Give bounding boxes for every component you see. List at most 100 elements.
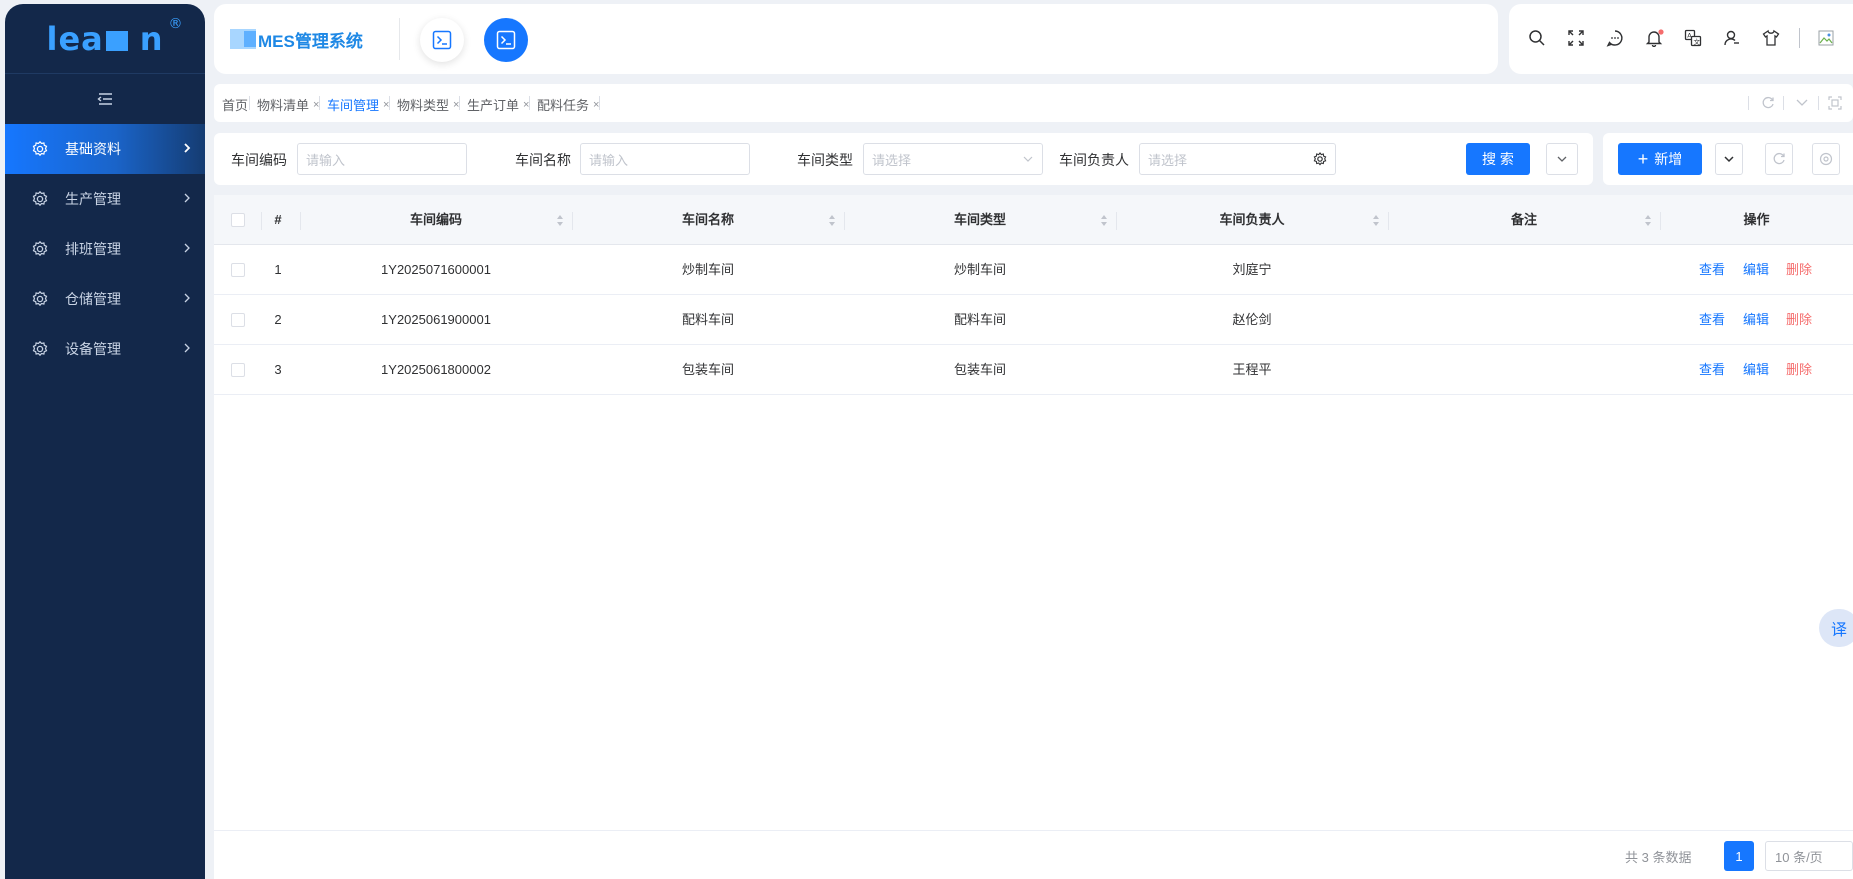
add-options-dropdown[interactable]: [1715, 143, 1743, 175]
row-checkbox[interactable]: [231, 313, 245, 327]
logo-text-suffix: n: [139, 19, 164, 58]
delete-link[interactable]: 删除: [1786, 295, 1812, 345]
sort-icon[interactable]: [556, 214, 564, 227]
menu-fold-icon: [97, 93, 112, 105]
row-checkbox[interactable]: [231, 263, 245, 277]
sidebar-item-4[interactable]: 仓储管理: [5, 274, 205, 324]
table-footer-divider: [214, 830, 1853, 831]
type-select-placeholder: 请选择: [872, 152, 912, 168]
refresh-button[interactable]: [1765, 143, 1793, 175]
tab-4[interactable]: 物料类型 ×: [397, 95, 459, 114]
gear-icon: [32, 290, 48, 307]
header-code[interactable]: 车间编码: [300, 195, 572, 245]
code-input[interactable]: 请输入: [297, 143, 467, 175]
plus-icon: +: [1637, 149, 1649, 169]
sort-icon[interactable]: [1372, 214, 1380, 227]
chevron-right-icon: [184, 293, 190, 303]
logo-block: [105, 30, 128, 51]
sidebar-item-label: 设备管理: [65, 341, 121, 357]
tab-2[interactable]: 物料清单 ×: [257, 95, 319, 114]
translate-float-button[interactable]: 译: [1819, 609, 1853, 647]
cell-type: 炒制车间: [953, 262, 1006, 277]
delete-link[interactable]: 删除: [1786, 245, 1812, 295]
sidebar-item-5[interactable]: 设备管理: [5, 324, 205, 374]
fullscreen-icon[interactable]: [1567, 29, 1585, 47]
tab-divider: [389, 96, 390, 110]
theme-shirt-icon[interactable]: [1762, 29, 1780, 47]
delete-link[interactable]: 删除: [1786, 345, 1812, 395]
add-button[interactable]: + 新增: [1618, 143, 1702, 175]
tab-6[interactable]: 配料任务 ×: [537, 95, 599, 114]
brand[interactable]: MES管理系统: [230, 26, 363, 52]
tab-divider: [529, 96, 530, 110]
type-select[interactable]: 请选择: [863, 143, 1043, 175]
tab-1[interactable]: 首页: [222, 95, 248, 114]
edit-link[interactable]: 编辑: [1743, 295, 1769, 345]
bell-icon[interactable]: [1645, 29, 1665, 47]
column-settings-button[interactable]: [1812, 143, 1840, 175]
search-button[interactable]: 搜 索: [1466, 143, 1530, 175]
cell-type: 包装车间: [953, 362, 1006, 377]
svg-text:A: A: [1687, 32, 1692, 40]
sidebar-item-3[interactable]: 排班管理: [5, 224, 205, 274]
chevron-down-icon[interactable]: [1795, 97, 1809, 109]
tab-5[interactable]: 生产订单 ×: [467, 95, 529, 114]
table-row[interactable]: 1 1Y2025071600001 炒制车间 炒制车间 刘庭宁 查看 编辑 删除: [214, 245, 1853, 295]
view-link[interactable]: 查看: [1699, 295, 1725, 345]
chevron-down-icon: [1022, 153, 1034, 165]
terminal-button-filled[interactable]: [484, 18, 528, 62]
header-type[interactable]: 车间类型: [844, 195, 1116, 245]
refresh-tab-icon[interactable]: [1761, 96, 1775, 110]
translate-icon[interactable]: A文: [1684, 29, 1702, 47]
cell-index: 2: [274, 312, 282, 327]
view-link[interactable]: 查看: [1699, 245, 1725, 295]
header-owner[interactable]: 车间负责人: [1116, 195, 1388, 245]
chevron-down-icon: [1557, 156, 1567, 162]
sort-icon[interactable]: [828, 214, 836, 227]
brand-logo: [230, 29, 256, 49]
toolbar-divider: [1799, 28, 1800, 48]
cell-type: 配料车间: [953, 312, 1006, 327]
sort-icon[interactable]: [1100, 214, 1108, 227]
header-remark[interactable]: 备注: [1388, 195, 1660, 245]
view-link[interactable]: 查看: [1699, 345, 1725, 395]
pagination-total: 共 3 条数据: [1625, 850, 1692, 865]
maximize-icon[interactable]: [1828, 96, 1842, 110]
tabs-divider: [1818, 96, 1819, 110]
name-input[interactable]: 请输入: [580, 143, 750, 175]
gear-icon[interactable]: [1313, 152, 1327, 166]
top-header: MES管理系统: [214, 4, 1498, 74]
sort-icon[interactable]: [1644, 214, 1652, 227]
tab-label: 首页: [222, 98, 249, 113]
gear-icon: [32, 240, 48, 257]
select-all-checkbox[interactable]: [231, 213, 245, 227]
edit-link[interactable]: 编辑: [1743, 345, 1769, 395]
svg-text:文: 文: [1694, 37, 1701, 46]
collapse-menu-button[interactable]: [5, 74, 205, 124]
gear-icon: [32, 340, 48, 357]
sidebar-item-1[interactable]: 基础资料: [5, 124, 205, 174]
cell-name: 炒制车间: [681, 262, 734, 277]
logo[interactable]: lea n ®: [5, 4, 205, 74]
message-icon[interactable]: [1606, 29, 1624, 47]
tab-3[interactable]: 车间管理 ×: [327, 95, 389, 114]
owner-select[interactable]: 请选择: [1139, 143, 1336, 175]
header-name[interactable]: 车间名称: [572, 195, 844, 245]
type-label: 车间类型: [797, 152, 853, 168]
edit-link[interactable]: 编辑: [1743, 245, 1769, 295]
cell-code: 1Y2025061900001: [381, 312, 491, 327]
settings-icon: [1819, 152, 1833, 166]
table-row[interactable]: 2 1Y2025061900001 配料车间 配料车间 赵伦剑 查看 编辑 删除: [214, 295, 1853, 345]
row-checkbox[interactable]: [231, 363, 245, 377]
header-divider: [399, 18, 400, 60]
code-input-placeholder: 请输入: [306, 152, 346, 168]
table-row[interactable]: 3 1Y2025061800002 包装车间 包装车间 王程平 查看 编辑 删除: [214, 345, 1853, 395]
search-icon[interactable]: [1528, 29, 1546, 47]
page-size-select[interactable]: 10 条/页: [1765, 841, 1853, 871]
expand-search-button[interactable]: [1546, 143, 1578, 175]
page-number-current[interactable]: 1: [1724, 841, 1754, 871]
terminal-button-outline[interactable]: [420, 18, 464, 62]
avatar-image[interactable]: [1818, 30, 1834, 46]
sidebar-item-2[interactable]: 生产管理: [5, 174, 205, 224]
user-icon[interactable]: [1723, 29, 1741, 47]
